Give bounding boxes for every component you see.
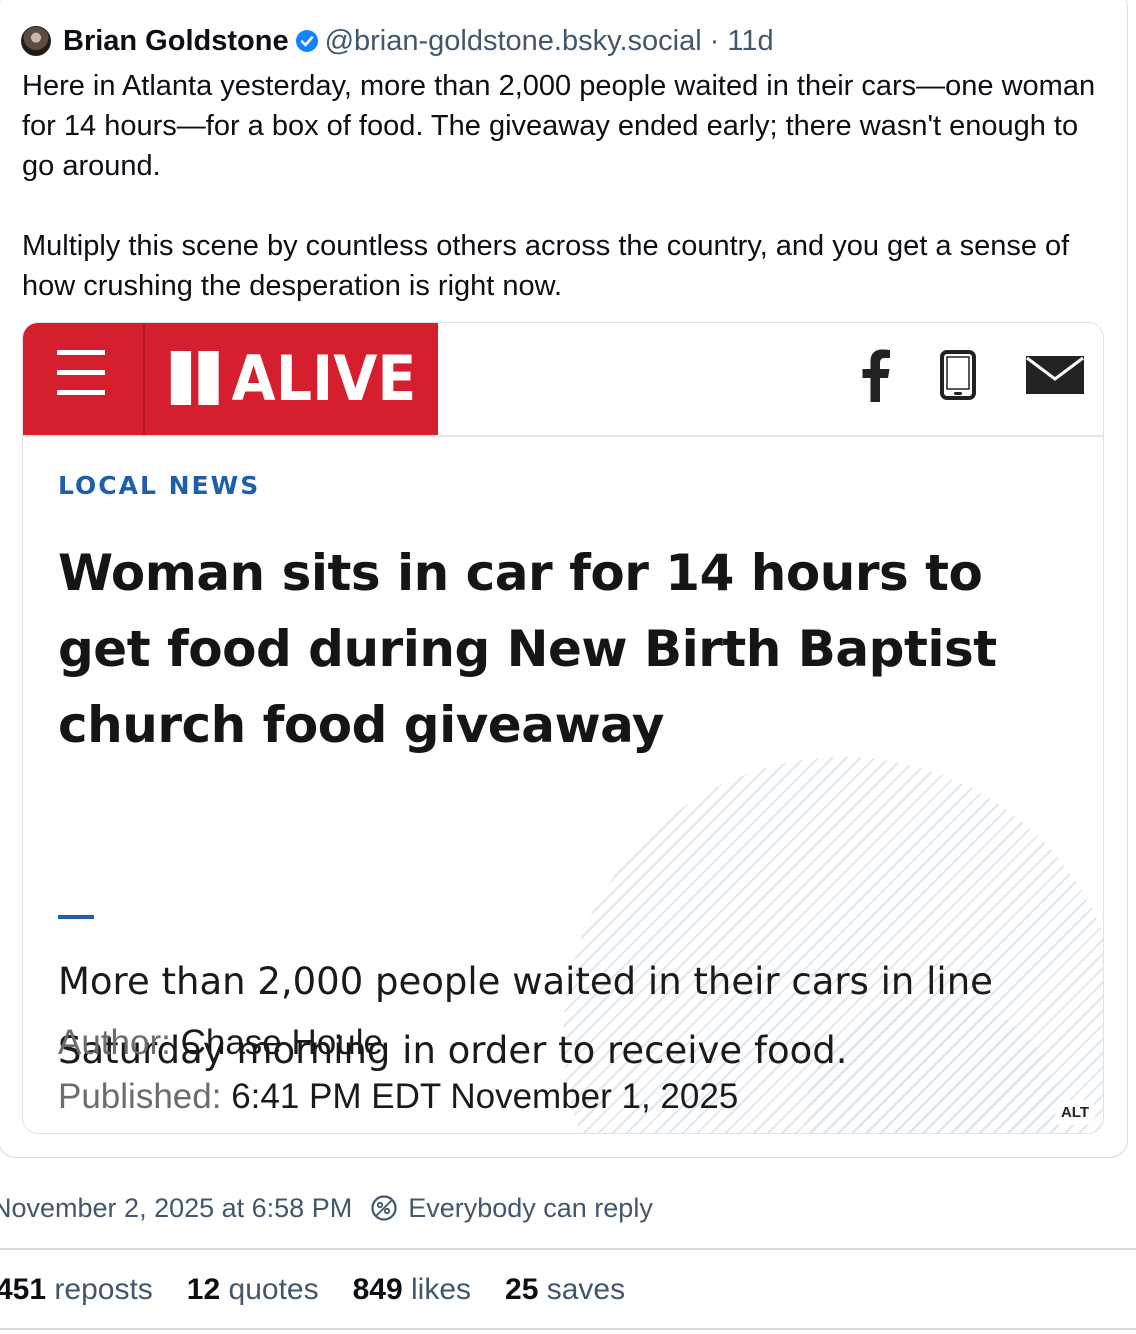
reply-settings-label: Everybody can reply	[408, 1192, 653, 1223]
author-label: Author:	[58, 1023, 171, 1062]
section-label: LOCAL NEWS	[58, 471, 261, 500]
likes-count: 849	[352, 1273, 403, 1306]
verified-badge-icon	[295, 30, 318, 52]
author-name: Chase Houle	[180, 1023, 383, 1062]
author-avatar[interactable]	[21, 26, 51, 56]
reposts-stat[interactable]: 451 reposts	[0, 1273, 153, 1307]
facebook-icon	[861, 348, 891, 407]
quotes-count: 12	[186, 1273, 221, 1306]
author-display-name[interactable]: Brian Goldstone	[63, 25, 289, 58]
embedded-image[interactable]: ALIVE LOCAL NEWS Woman sits in car for 1…	[22, 322, 1104, 1134]
likes-label: likes	[411, 1273, 472, 1306]
brand-bar: ALIVE	[23, 323, 438, 435]
quotes-stat[interactable]: 12 quotes	[187, 1273, 319, 1307]
reposts-count: 451	[0, 1273, 47, 1306]
divider	[0, 1248, 1136, 1250]
article-headline: Woman sits in car for 14 hours to get fo…	[58, 544, 997, 754]
saves-stat: 25 saves	[505, 1273, 625, 1307]
logo-text: ALIVE	[231, 341, 417, 415]
saves-count: 25	[505, 1273, 539, 1306]
menu-icon	[57, 350, 105, 396]
article-published: Published: 6:41 PM EDT November 1, 2025	[58, 1077, 738, 1117]
meta-separator: ·	[709, 24, 720, 57]
menu-cell	[23, 323, 145, 435]
published-date: 6:41 PM EDT November 1, 2025	[231, 1077, 739, 1116]
share-icons	[813, 347, 1085, 407]
author-handle[interactable]: @brian-goldstone.bsky.social	[325, 25, 702, 58]
article-card-body: LOCAL NEWS Woman sits in car for 14 hour…	[23, 437, 1103, 1133]
post-author-row: Brian Goldstone @brian-goldstone.bsky.so…	[21, 22, 774, 60]
post-timestamp: November 2, 2025 at 6:58 PM	[0, 1192, 353, 1223]
quotes-label: quotes	[228, 1273, 319, 1306]
email-icon	[1025, 355, 1085, 400]
mobile-icon	[939, 349, 977, 405]
reposts-label: reposts	[54, 1273, 153, 1306]
logo-eleven-mark	[169, 351, 222, 405]
post-text-paragraph: Multiply this scene by countless others …	[22, 230, 1070, 302]
post-time-ago[interactable]: 11d	[727, 25, 773, 58]
post-meta-row: November 2, 2025 at 6:58 PM Everybody ca…	[0, 1190, 653, 1226]
likes-stat[interactable]: 849 likes	[353, 1273, 471, 1307]
news-site-header: ALIVE	[23, 323, 1103, 437]
divider	[0, 1328, 1136, 1330]
alt-text-badge[interactable]: ALT	[1054, 1100, 1095, 1125]
published-label: Published:	[58, 1077, 222, 1116]
site-logo: ALIVE	[169, 333, 416, 423]
post-stats: 451 reposts 12 quotes 849 likes 25 saves	[0, 1270, 659, 1310]
reply-settings-icon	[371, 1195, 397, 1221]
accent-rule	[58, 915, 94, 919]
post-text-paragraph: Here in Atlanta yesterday, more than 2,0…	[22, 70, 1096, 182]
article-author: Author: Chase Houle	[58, 1023, 383, 1063]
reply-settings[interactable]: Everybody can reply	[370, 1193, 653, 1224]
saves-label: saves	[546, 1273, 626, 1306]
post-text: Here in Atlanta yesterday, more than 2,0…	[22, 66, 1112, 306]
article-summary: More than 2,000 people waited in their c…	[58, 960, 993, 1072]
